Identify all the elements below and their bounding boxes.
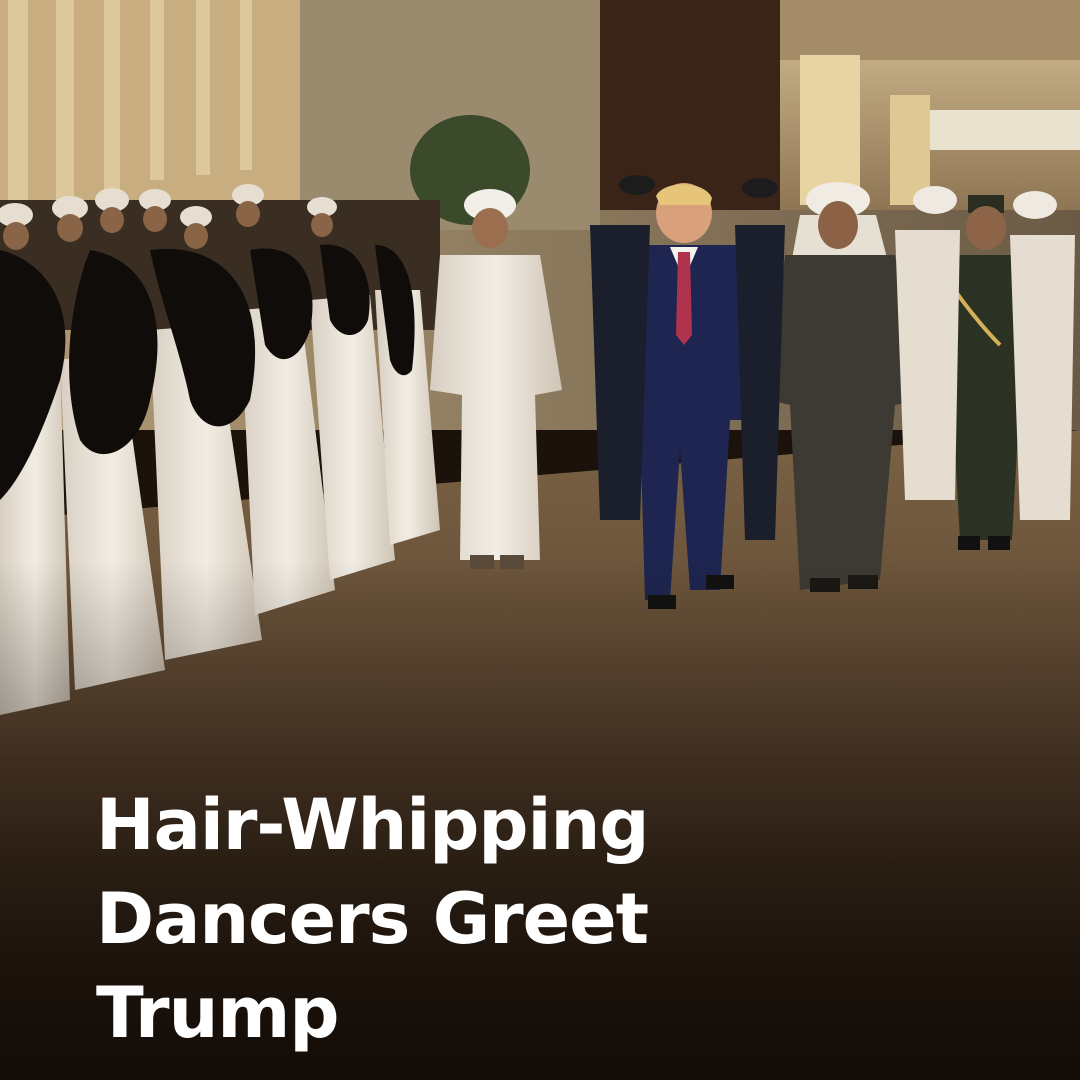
post-image: Hair-Whipping Dancers Greet Trump (0, 0, 1080, 1080)
headline: Hair-Whipping Dancers Greet Trump (96, 778, 996, 1060)
corridor-light (800, 55, 860, 205)
corridor-window (930, 110, 1080, 150)
headline-line: Hair-Whipping (96, 784, 649, 866)
headline-line: Dancers Greet (96, 878, 649, 960)
corridor-ceiling (780, 0, 1080, 60)
headline-line: Trump (96, 972, 339, 1054)
